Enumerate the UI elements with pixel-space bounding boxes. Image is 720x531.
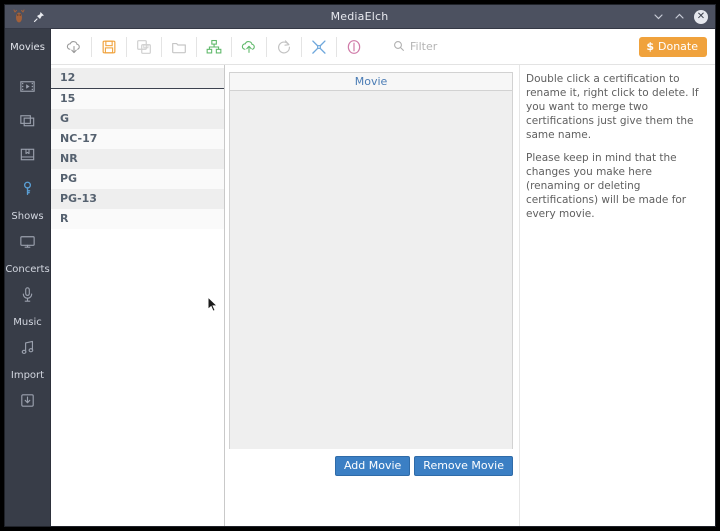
sidebar-group-label-music: Music <box>5 311 50 330</box>
sidebar-group-label-shows: Shows <box>5 205 50 224</box>
close-icon[interactable]: ✕ <box>694 10 708 24</box>
title-bar: MediaElch ✕ <box>5 5 715 29</box>
film-strip-icon <box>18 77 37 96</box>
sidebar-item-music[interactable] <box>5 330 50 364</box>
app-window: MediaElch ✕ Movies <box>4 4 716 527</box>
certification-row[interactable]: R <box>51 209 224 229</box>
reload-icon[interactable] <box>269 32 299 62</box>
donate-button[interactable]: $ Donate <box>639 37 707 57</box>
certification-row[interactable]: PG-13 <box>51 189 224 209</box>
export-upload-icon[interactable] <box>234 32 264 62</box>
info-paragraph-1: Double click a certification to rename i… <box>526 73 707 143</box>
dollar-icon: $ <box>646 41 654 52</box>
sidebar-group-label-concerts: Concerts <box>5 258 50 277</box>
donate-label: Donate <box>658 41 698 52</box>
toolbar-separator <box>336 37 337 57</box>
tools-icon[interactable] <box>304 32 334 62</box>
folder-icon[interactable] <box>164 32 194 62</box>
window-body: Shows Concerts <box>5 29 715 527</box>
sidebar-item-movies[interactable] <box>5 69 50 103</box>
pin-icon[interactable] <box>33 11 45 23</box>
window-title: MediaElch <box>91 10 628 23</box>
toolbar-separator <box>266 37 267 57</box>
sidebar-item-certifications[interactable] <box>5 171 50 205</box>
title-bar-left <box>5 9 91 25</box>
toolbar-separator <box>91 37 92 57</box>
toolbar-separator <box>196 37 197 57</box>
main-toolbar: Filter $ Donate <box>51 29 715 65</box>
microphone-icon <box>18 285 37 304</box>
sidebar: Shows Concerts <box>5 29 51 527</box>
save-all-icon[interactable] <box>129 32 159 62</box>
movie-table[interactable]: Movie <box>229 72 513 449</box>
filter-input[interactable]: Filter <box>369 35 639 59</box>
certification-list-panel: 1215GNC-17NRPGPG-13R <box>51 29 225 527</box>
key-icon <box>18 179 37 198</box>
import-box-icon <box>18 391 37 410</box>
certification-row[interactable]: PG <box>51 169 224 189</box>
certification-row[interactable]: 12 <box>51 68 224 89</box>
elk-logo-icon <box>11 9 27 25</box>
remove-movie-button[interactable]: Remove Movie <box>414 456 513 476</box>
search-icon <box>393 37 405 56</box>
sidebar-item-concerts[interactable] <box>5 277 50 311</box>
filter-placeholder: Filter <box>410 40 437 53</box>
save-icon[interactable] <box>94 32 124 62</box>
toolbar-separator <box>231 37 232 57</box>
download-all-icon[interactable] <box>59 32 89 62</box>
sidebar-group-label-import: Import <box>5 364 50 383</box>
toolbar-separator <box>126 37 127 57</box>
windows-icon <box>18 111 37 130</box>
movie-table-column: Movie Add Movie Remove Movie <box>229 29 519 527</box>
chevron-down-icon[interactable] <box>652 10 665 23</box>
toolbar-separator <box>301 37 302 57</box>
sidebar-group-label-movies: Movies <box>5 29 51 65</box>
window-controls: ✕ <box>628 10 715 24</box>
certification-row[interactable]: G <box>51 109 224 129</box>
chevron-up-icon[interactable] <box>673 10 686 23</box>
sitemap-icon[interactable] <box>199 32 229 62</box>
info-panel: Double click a certification to rename i… <box>519 29 715 527</box>
book-icon <box>18 145 37 164</box>
add-movie-button[interactable]: Add Movie <box>335 456 410 476</box>
sidebar-item-genres[interactable] <box>5 137 50 171</box>
sidebar-item-movie-sets[interactable] <box>5 103 50 137</box>
music-note-icon <box>18 338 37 357</box>
info-paragraph-2: Please keep in mind that the changes you… <box>526 152 707 222</box>
sidebar-item-tv-shows[interactable] <box>5 224 50 258</box>
sidebar-item-import[interactable] <box>5 383 50 417</box>
monitor-icon <box>18 232 37 251</box>
certification-row[interactable]: NC-17 <box>51 129 224 149</box>
movie-actions: Add Movie Remove Movie <box>229 449 519 476</box>
movie-table-column-header[interactable]: Movie <box>230 73 512 91</box>
about-icon[interactable] <box>339 32 369 62</box>
movie-table-body[interactable] <box>230 91 512 449</box>
certification-list[interactable]: 1215GNC-17NRPGPG-13R <box>51 68 224 229</box>
main-content: Movie Add Movie Remove Movie Double clic… <box>229 29 715 527</box>
toolbar-separator <box>161 37 162 57</box>
certification-row[interactable]: NR <box>51 149 224 169</box>
certification-row[interactable]: 15 <box>51 89 224 109</box>
